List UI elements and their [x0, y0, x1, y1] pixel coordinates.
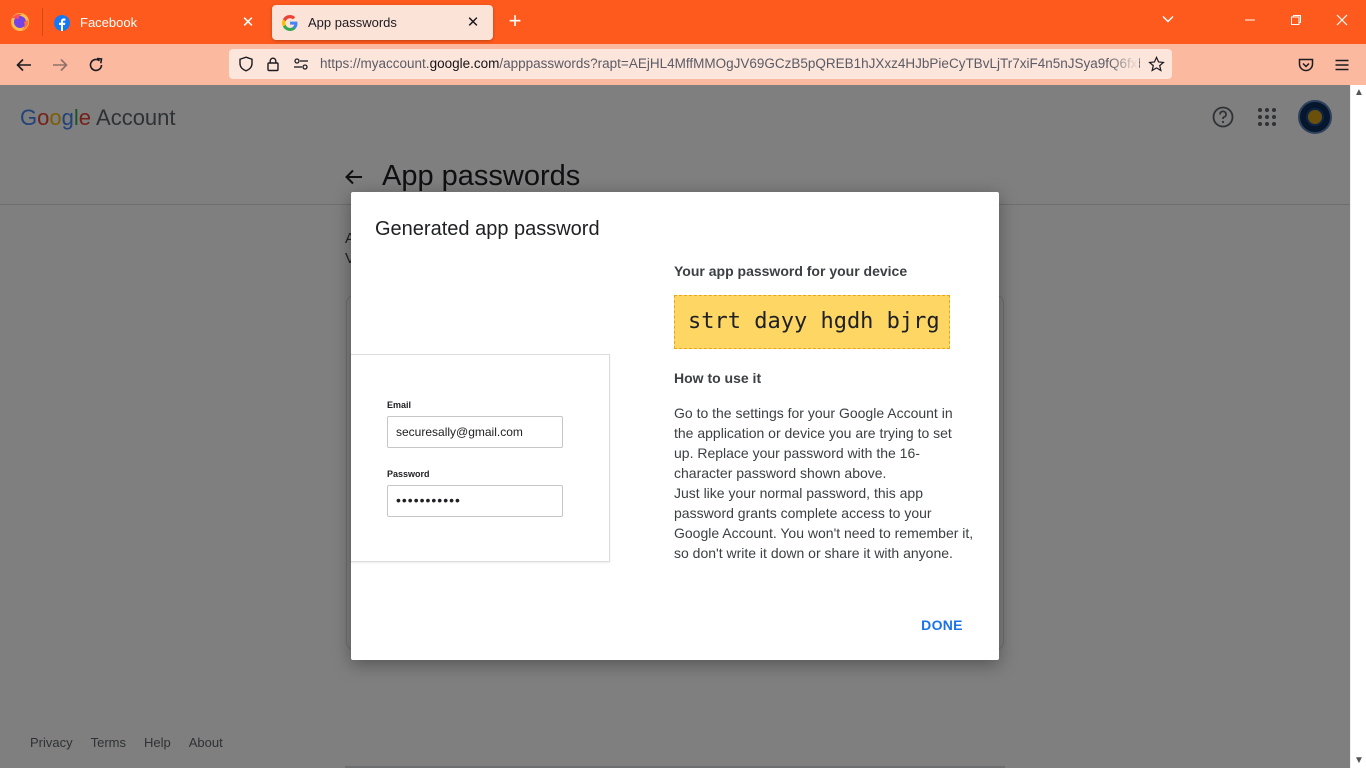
close-tab-icon[interactable]: ✕	[465, 14, 481, 31]
reload-icon[interactable]	[83, 52, 109, 78]
address-bar[interactable]: https://myaccount.google.com/apppassword…	[229, 49, 1172, 79]
menu-icon[interactable]	[1329, 52, 1355, 78]
page-scrollbar[interactable]: ▲ ▼	[1350, 85, 1366, 768]
close-tab-icon[interactable]: ✕	[240, 14, 256, 31]
tab-separator	[42, 8, 43, 36]
password-field: •••••••••••	[387, 485, 563, 517]
dialog-title: Generated app password	[375, 218, 600, 240]
how-to-use-paragraph: Just like your normal password, this app…	[674, 485, 974, 561]
tab-label: Facebook	[80, 15, 138, 30]
done-button[interactable]: DONE	[911, 612, 973, 638]
lock-icon[interactable]	[264, 55, 282, 73]
facebook-icon	[54, 14, 70, 31]
how-to-use-heading: How to use it	[674, 370, 762, 386]
google-icon	[282, 14, 298, 31]
close-window-icon[interactable]	[1329, 10, 1355, 34]
generated-password[interactable]: strt dayy hgdh bjrg	[674, 295, 950, 349]
password-label: Password	[387, 469, 430, 479]
minimize-icon[interactable]	[1237, 10, 1263, 34]
email-field: securesally@gmail.com	[387, 416, 563, 448]
back-icon[interactable]	[11, 52, 37, 78]
scroll-down-icon[interactable]: ▼	[1354, 755, 1364, 766]
url-path: /apppasswords?rapt=AEjHL4MffMMOgJV69GCzB…	[499, 56, 1140, 71]
url-host: google.com	[429, 56, 500, 71]
url-fade	[1109, 53, 1139, 75]
how-to-use-paragraph: Go to the settings for your Google Accou…	[674, 405, 953, 481]
firefox-icon[interactable]	[10, 12, 30, 32]
permissions-icon[interactable]	[292, 55, 310, 73]
pocket-icon[interactable]	[1293, 52, 1319, 78]
url-text[interactable]: https://myaccount.google.com/apppassword…	[320, 56, 1140, 71]
sign-in-illustration: Email securesally@gmail.com Password •••…	[351, 354, 610, 562]
tab-app-passwords[interactable]: App passwords ✕	[272, 5, 493, 40]
forward-icon[interactable]	[47, 52, 73, 78]
tab-label: App passwords	[308, 15, 397, 30]
tab-facebook[interactable]: Facebook ✕	[44, 5, 268, 40]
generated-password-dialog: Generated app password Email securesally…	[351, 192, 999, 660]
shield-icon[interactable]	[237, 55, 255, 73]
password-heading: Your app password for your device	[674, 263, 908, 279]
scroll-up-icon[interactable]: ▲	[1354, 87, 1364, 98]
restore-icon[interactable]	[1283, 10, 1309, 34]
tab-list-chevron-icon[interactable]	[1155, 10, 1181, 34]
new-tab-button[interactable]: +	[503, 10, 527, 34]
email-label: Email	[387, 400, 412, 410]
tab-bar: Facebook ✕ App passwords ✕ +	[0, 0, 1366, 44]
bookmark-star-icon[interactable]	[1147, 55, 1165, 73]
url-prefix: https://myaccount.	[320, 56, 430, 71]
